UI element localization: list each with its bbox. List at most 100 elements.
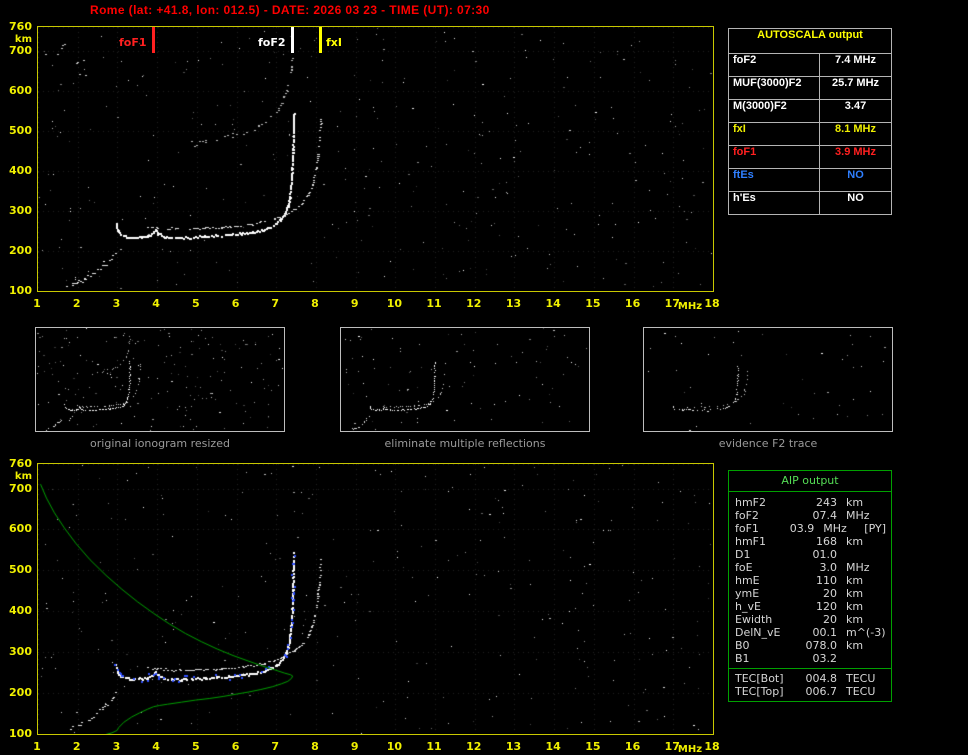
aip-row: h_vE 120 km: [735, 600, 886, 613]
y-tick-label: 500: [9, 563, 32, 577]
fof2-marker-line: [291, 27, 294, 53]
aip-param-value: 120: [816, 600, 837, 613]
autoscala-param-label: MUF(3000)F2: [729, 77, 820, 99]
profile-ionogram-plot: [37, 463, 714, 735]
x-tick-label: 4: [152, 297, 160, 310]
aip-param-name: foF2: [735, 509, 759, 522]
aip-param-unit: km: [846, 574, 864, 587]
aip-param-value: 168: [816, 535, 837, 548]
x-tick-label: 15: [585, 740, 601, 753]
x-tick-label: 6: [231, 740, 240, 753]
y-tick-label: 400: [9, 604, 32, 618]
x-tick-label: 3: [112, 740, 121, 753]
x-tick-label: 6: [231, 297, 240, 310]
x-tick-label: 5: [191, 297, 200, 310]
autoscala-param-label: h'Es: [729, 192, 820, 214]
aip-row: B0 078.0 km: [735, 639, 886, 652]
autoscala-output-table: AUTOSCALA output foF2 7.4 MHz MUF(3000)F2 2…: [728, 28, 892, 215]
thumbnail-caption-f2: evidence F2 trace: [718, 437, 818, 450]
aip-param-name: Ewidth: [735, 613, 773, 626]
aip-row: Ewidth 20 km: [735, 613, 886, 626]
fxi-marker-label: fxI: [326, 36, 342, 49]
y-tick-label: 500: [9, 124, 32, 137]
x-tick-label: 18: [704, 740, 720, 753]
autoscala-param-value: 7.4 MHz: [835, 54, 876, 66]
x-tick-label: 12: [466, 740, 482, 753]
fof1-marker-label: foF1: [119, 36, 147, 49]
aip-row: DelN_vE 00.1 m^(-3): [735, 626, 886, 639]
autoscala-row: foF2 7.4 MHz: [729, 54, 891, 77]
autoscala-param-label: foF1: [729, 146, 820, 168]
x-tick-label: 13: [505, 740, 522, 753]
aip-param-unit: TECU: [846, 685, 876, 698]
y-tick-label: 100: [9, 284, 32, 297]
aip-param-value: 243: [816, 496, 837, 509]
y-tick-label: 700: [9, 44, 32, 57]
x-tick-label: 3: [112, 297, 121, 310]
autoscala-table-rows: foF2 7.4 MHz MUF(3000)F2 25.7 MHz M(3000)F2 3…: [729, 54, 891, 214]
aip-table-body: hmF2 243 km foF2 07.4 MHz foF1 03.9 MHz [PY] hmF1 1…: [729, 492, 891, 668]
aip-table-header: AIP output: [729, 471, 891, 492]
x-tick-label: 2: [72, 740, 81, 753]
aip-param-unit: km: [846, 535, 864, 548]
aip-row: hmF2 243 km: [735, 496, 886, 509]
aip-param-value: 20: [823, 613, 837, 626]
y-tick-label: 100: [9, 727, 32, 740]
autoscala-param-value: 8.1 MHz: [835, 123, 876, 135]
x-tick-label: 4: [152, 740, 160, 753]
aip-param-value: 004.8: [805, 672, 838, 685]
y-tick-label: 760: [9, 457, 32, 470]
aip-row: foF2 07.4 MHz: [735, 509, 886, 522]
aip-param-value: 110: [816, 574, 837, 587]
y-axis-unit-label: km: [14, 34, 32, 45]
main-ionogram-canvas: [38, 27, 713, 291]
aip-param-unit: TECU: [846, 672, 876, 685]
aip-param-name: DelN_vE: [735, 626, 781, 639]
y-tick-label: 600: [9, 522, 32, 536]
aip-row: foE 3.0 MHz: [735, 561, 886, 574]
autoscala-row: ftEs NO: [729, 169, 891, 192]
aip-param-extra: [PY]: [864, 522, 886, 535]
aip-param-unit: MHz: [823, 522, 847, 535]
fxi-marker-line: [319, 27, 322, 53]
x-tick-label: 8: [311, 297, 319, 310]
aip-output-table: AIP output hmF2 243 km foF2 07.4 MHz foF1 03.9 M…: [728, 470, 892, 702]
autoscala-table-header: AUTOSCALA output: [729, 29, 891, 54]
aip-param-value: 00.1: [812, 626, 838, 639]
aip-row: foF1 03.9 MHz [PY]: [735, 522, 886, 535]
aip-row: hmE 110 km: [735, 574, 886, 587]
aip-row: D1 01.0: [735, 548, 886, 561]
autoscala-row: fxI 8.1 MHz: [729, 123, 891, 146]
aip-param-unit: km: [846, 600, 864, 613]
autoscala-param-label: foF2: [729, 54, 820, 76]
x-tick-label: 18: [704, 297, 720, 310]
y-tick-label: 300: [9, 645, 32, 659]
y-tick-label: 300: [9, 204, 32, 217]
y-tick-label: 600: [9, 84, 32, 97]
aip-row: B1 03.2: [735, 652, 886, 665]
aip-param-unit: MHz: [846, 561, 870, 574]
x-axis-unit-label: MHz: [677, 744, 703, 755]
autoscala-row: M(3000)F2 3.47: [729, 100, 891, 123]
aip-param-value: 03.2: [812, 652, 838, 665]
x-axis-unit-label: MHz: [677, 301, 703, 312]
thumbnail-caption-original: original ionogram resized: [90, 437, 230, 450]
aip-row: ymE 20 km: [735, 587, 886, 600]
aip-param-value: 07.4: [812, 509, 838, 522]
autoscala-param-value: NO: [847, 192, 864, 204]
x-tick-label: 11: [426, 297, 442, 310]
aip-param-value: 006.7: [805, 685, 838, 698]
x-tick-label: 16: [624, 297, 641, 310]
autoscala-param-value: 3.9 MHz: [835, 146, 876, 158]
autoscala-param-value: 3.47: [844, 100, 867, 112]
aip-row: TEC[Bot] 004.8 TECU: [735, 672, 886, 685]
aip-param-name: ymE: [735, 587, 760, 600]
aip-param-name: B0: [735, 639, 750, 652]
y-tick-label: 200: [9, 686, 32, 700]
aip-param-name: hmF1: [735, 535, 767, 548]
x-tick-label: 7: [271, 740, 280, 753]
fof2-marker-label: foF2: [258, 36, 286, 49]
aip-param-name: hmE: [735, 574, 760, 587]
aip-param-unit: km: [846, 639, 864, 652]
aip-param-name: TEC[Top]: [735, 685, 784, 698]
